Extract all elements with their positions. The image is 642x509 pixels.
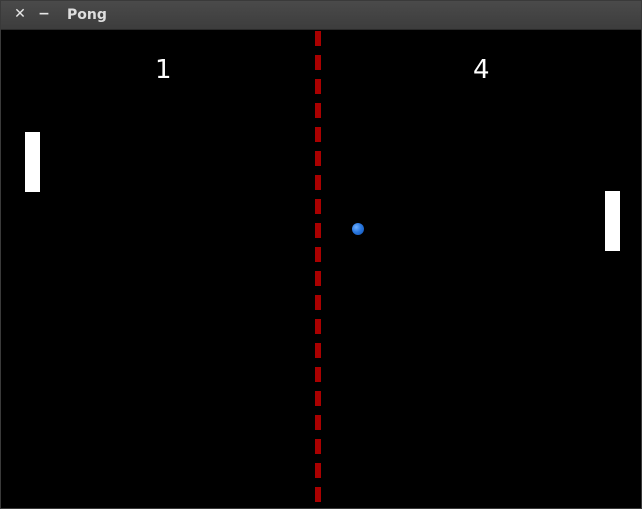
right-player-score: 4 — [473, 55, 490, 85]
net-dash — [315, 151, 321, 166]
net-dash — [315, 247, 321, 262]
net-dash — [315, 343, 321, 358]
net-dash — [315, 223, 321, 238]
net-dash — [315, 103, 321, 118]
right-paddle — [605, 191, 620, 251]
net-dash — [315, 295, 321, 310]
net-dash — [315, 175, 321, 190]
ball — [352, 223, 364, 235]
net-dash — [315, 415, 321, 430]
left-player-score: 1 — [155, 55, 172, 85]
left-paddle — [25, 132, 40, 192]
net-dash — [315, 127, 321, 142]
net-dash — [315, 31, 321, 46]
window-title: Pong — [67, 7, 107, 23]
title-bar[interactable]: ✕ − Pong — [1, 1, 641, 30]
net-dash — [315, 199, 321, 214]
minimize-icon[interactable]: − — [35, 5, 53, 23]
net-dash — [315, 79, 321, 94]
game-court[interactable]: 1 4 — [1, 30, 641, 508]
net-dash — [315, 487, 321, 502]
center-net — [315, 30, 321, 508]
game-window: ✕ − Pong 1 4 — [0, 0, 642, 509]
net-dash — [315, 55, 321, 70]
net-dash — [315, 319, 321, 334]
net-dash — [315, 367, 321, 382]
net-dash — [315, 439, 321, 454]
net-dash — [315, 391, 321, 406]
close-icon[interactable]: ✕ — [11, 5, 29, 23]
net-dash — [315, 463, 321, 478]
net-dash — [315, 271, 321, 286]
